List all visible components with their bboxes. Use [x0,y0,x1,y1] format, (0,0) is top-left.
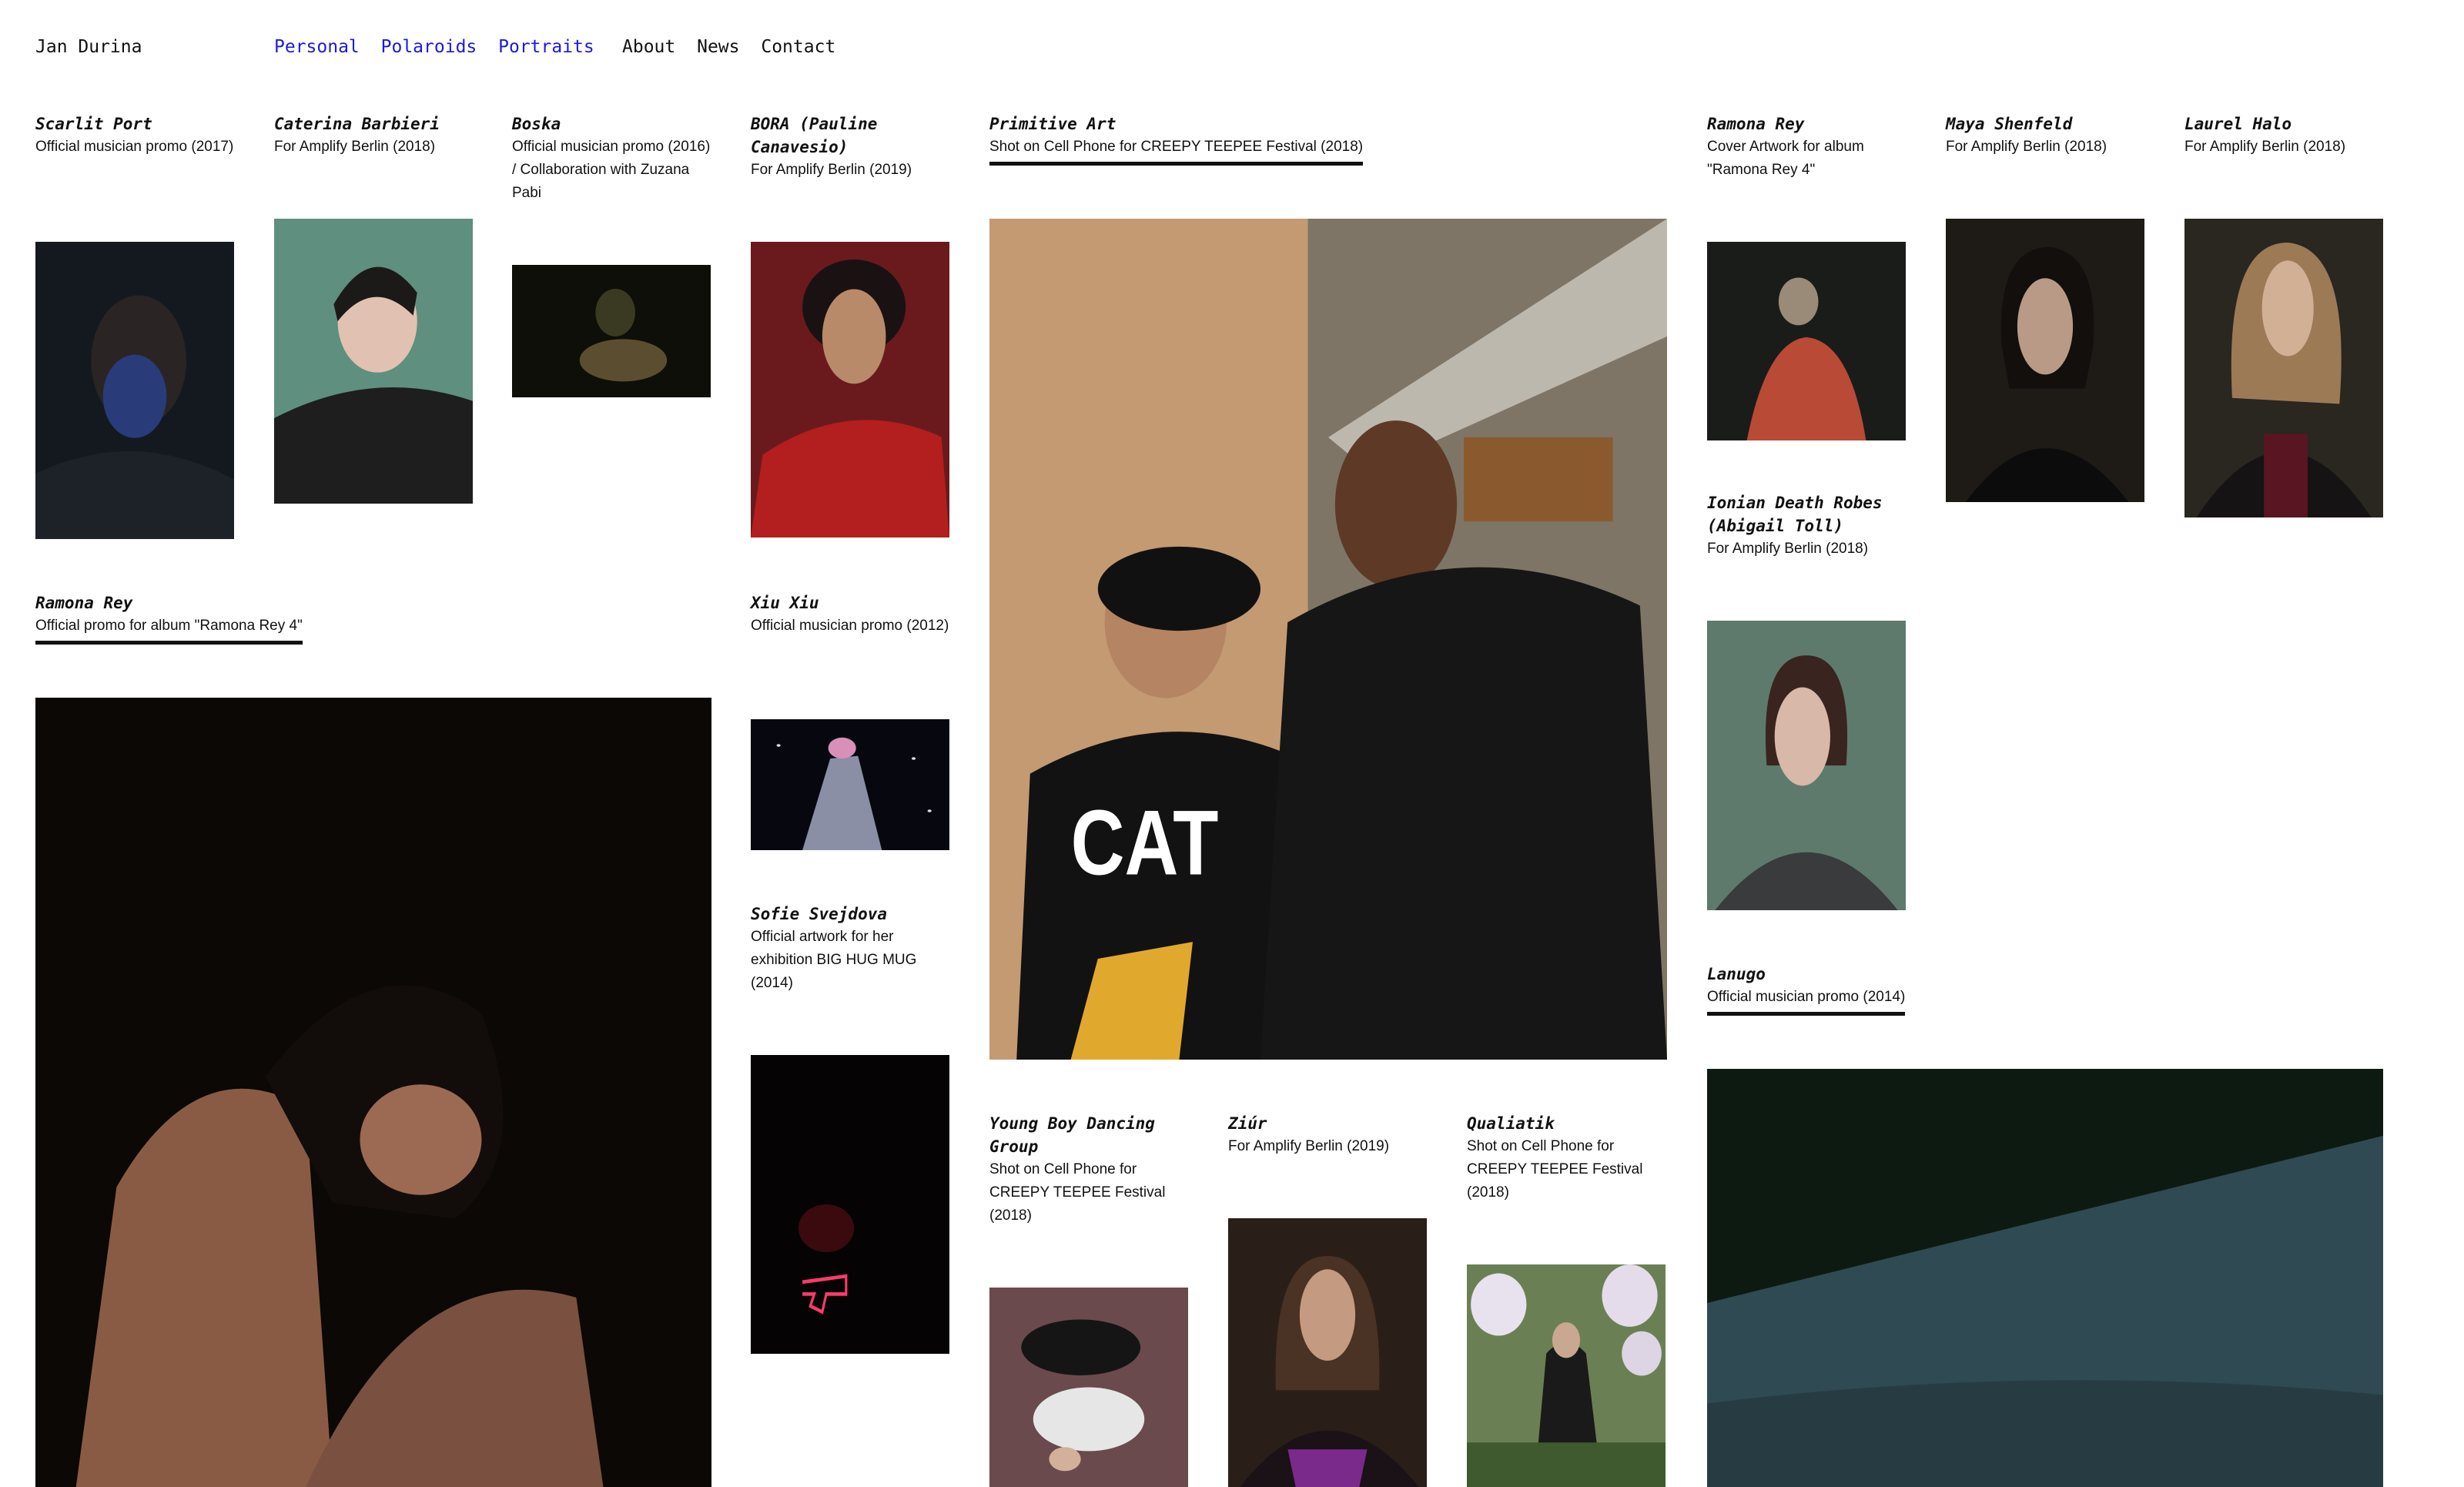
project-caption: Maya Shenfeld For Amplify Berlin (2018) [1946,112,2148,159]
project-caption: BORA (Pauline Canavesio) For Amplify Ber… [751,112,952,182]
project-caption: Laurel Halo For Amplify Berlin (2018) [2184,112,2386,159]
project-title[interactable]: Caterina Barbieri [274,112,476,136]
category-nav: Personal Polaroids Portraits [274,37,594,57]
sofie-svejdova-photo[interactable] [751,1055,949,1354]
project-title[interactable]: Ramona Rey [1707,112,1909,136]
ionian-death-robes-photo[interactable] [1707,621,1906,910]
project-description: Official promo for album "Ramona Rey 4" [35,615,303,645]
project-description: For Amplify Berlin (2018) [1707,541,1869,557]
nav-about[interactable]: About [622,37,675,57]
project-title[interactable]: Scarlit Port [35,112,237,136]
project-description: For Amplify Berlin (2018) [2184,139,2346,155]
project-title[interactable]: Ramona Rey [35,591,497,615]
project-caption: Caterina Barbieri For Amplify Berlin (20… [274,112,476,159]
project-caption: Sofie Svejdova Official artwork for her … [751,903,952,995]
ramona-rey-promo-photo[interactable] [35,698,711,1487]
project-description: For Amplify Berlin (2019) [751,162,912,178]
project-caption: Scarlit Port Official musician promo (20… [35,112,237,159]
ziur-photo[interactable] [1228,1218,1427,1487]
project-caption: Primitive Art Shot on Cell Phone for CRE… [989,112,1451,166]
project-caption: Ramona Rey Cover Artwork for album "Ramo… [1707,112,1909,182]
caterina-barbieri-photo[interactable] [274,219,473,504]
page-nav: About News Contact [622,37,835,57]
project-caption: Xiu Xiu Official musician promo (2012) [751,591,952,638]
project-caption: Ionian Death Robes (Abigail Toll) For Am… [1707,491,1909,561]
project-caption: Qualiatik Shot on Cell Phone for CREEPY … [1467,1112,1669,1204]
lanugo-photo[interactable] [1707,1069,2383,1487]
project-title[interactable]: Qualiatik [1467,1112,1669,1135]
project-description: For Amplify Berlin (2018) [1946,139,2107,155]
project-title[interactable]: Ionian Death Robes (Abigail Toll) [1707,491,1909,538]
project-title[interactable]: Sofie Svejdova [751,903,952,926]
maya-shenfeld-photo[interactable] [1946,219,2144,502]
project-description: Shot on Cell Phone for CREEPY TEEPEE Fes… [989,136,1364,166]
project-title[interactable]: Maya Shenfeld [1946,112,2148,136]
bora-photo[interactable] [751,242,949,538]
project-caption: Young Boy Dancing Group Shot on Cell Pho… [989,1112,1191,1227]
project-title[interactable]: Laurel Halo [2184,112,2386,136]
project-description: Cover Artwork for album "Ramona Rey 4" [1707,139,1864,178]
project-title[interactable]: Lanugo [1707,963,1938,986]
project-caption: Boska Official musician promo (2016) / C… [512,112,714,205]
nav-news[interactable]: News [697,37,739,57]
project-description: Shot on Cell Phone for CREEPY TEEPEE Fes… [989,1161,1166,1224]
project-description: For Amplify Berlin (2019) [1228,1138,1390,1154]
project-title[interactable]: Young Boy Dancing Group [989,1112,1191,1158]
project-title[interactable]: Ziúr [1228,1112,1430,1135]
site-brand[interactable]: Jan Durina [35,37,142,57]
project-description: Official musician promo (2012) [751,618,949,634]
young-boy-dancing-group-photo[interactable] [989,1288,1188,1487]
project-description: Shot on Cell Phone for CREEPY TEEPEE Fes… [1467,1138,1643,1201]
boska-photo[interactable] [512,265,711,397]
project-description: Official musician promo (2017) [35,139,234,155]
project-caption: Ziúr For Amplify Berlin (2019) [1228,1112,1430,1158]
project-title[interactable]: Xiu Xiu [751,591,952,615]
nav-personal[interactable]: Personal [274,37,360,57]
shirt-logo-text: CAT [1071,792,1219,895]
project-description: Official musician promo (2014) [1707,986,1906,1016]
project-caption: Ramona Rey Official promo for album "Ram… [35,591,497,645]
project-title[interactable]: Primitive Art [989,112,1451,136]
primitive-art-photo[interactable]: CAT [989,219,1667,1060]
nav-portraits[interactable]: Portraits [498,37,594,57]
project-title[interactable]: BORA (Pauline Canavesio) [751,112,952,159]
ramona-rey-cover-photo[interactable] [1707,242,1906,440]
laurel-halo-photo[interactable] [2184,219,2383,517]
project-description: Official artwork for her exhibition BIG … [751,929,917,991]
project-caption: Lanugo Official musician promo (2014) [1707,963,1938,1016]
xiu-xiu-photo[interactable] [751,719,949,850]
project-title[interactable]: Boska [512,112,714,136]
project-description: For Amplify Berlin (2018) [274,139,436,155]
nav-contact[interactable]: Contact [761,37,835,57]
nav-polaroids[interactable]: Polaroids [381,37,477,57]
brand-link[interactable]: Jan Durina [35,37,142,57]
qualiatik-photo[interactable] [1467,1264,1666,1487]
project-description: Official musician promo (2016) / Collabo… [512,139,711,201]
scarlit-port-photo[interactable] [35,242,234,539]
